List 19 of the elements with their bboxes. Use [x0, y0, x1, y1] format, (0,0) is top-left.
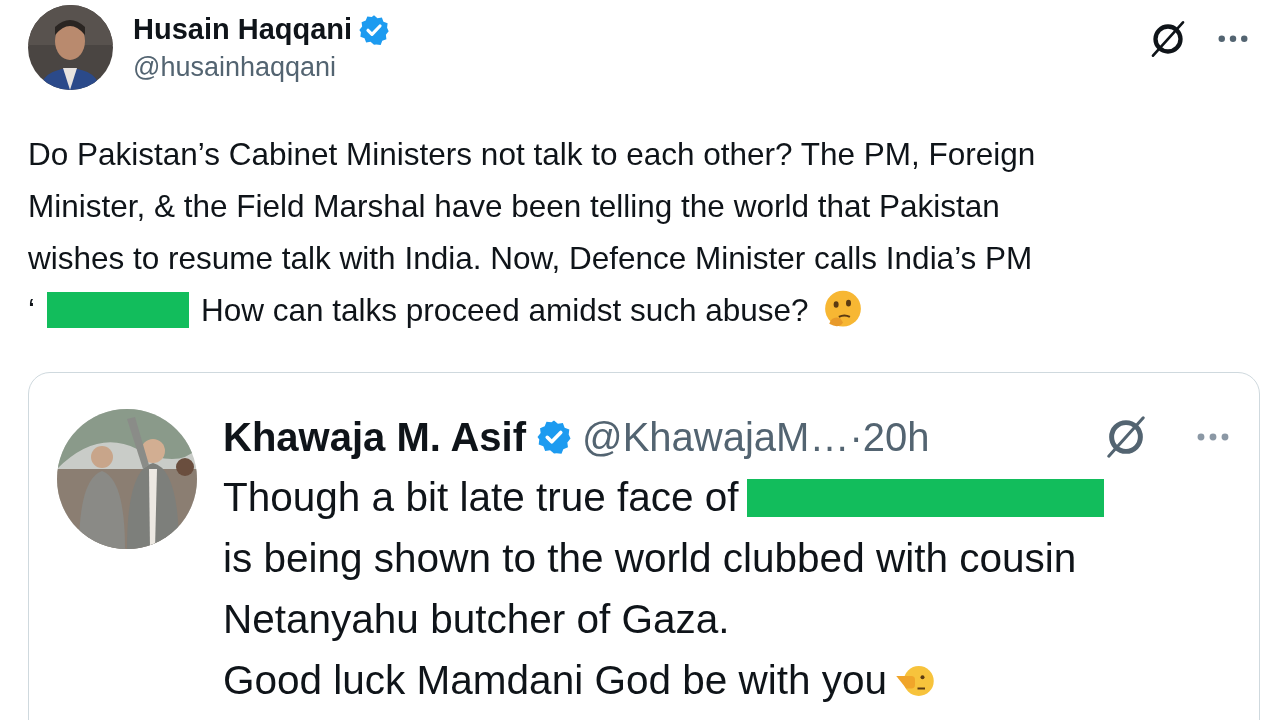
- tweet-text-line: Netanyahu butcher of Gaza.: [223, 596, 730, 643]
- verified-badge-icon: [358, 13, 391, 46]
- author-handle[interactable]: @husainhaqqani: [133, 52, 1128, 83]
- author-name[interactable]: Husain Haqqani: [133, 13, 353, 46]
- quoted-tweet-card[interactable]: Khawaja M. Asif @KhawajaM…·20h Though a bit late true face of is being shown to the world clubbed with cousin Netanyahu butcher of Gaza. Good luck Mamdani God be with you: [28, 372, 1260, 720]
- more-icon[interactable]: [1197, 433, 1229, 441]
- tweet-text-line: Though a bit late true face of: [223, 474, 739, 521]
- tweet-text-line: Good luck Mamdani God be with you: [223, 657, 888, 704]
- author-name[interactable]: Khawaja M. Asif: [223, 414, 527, 460]
- verified-badge-icon: [536, 419, 573, 455]
- post-time: ·20h: [849, 414, 930, 460]
- tweet-text-line: Do Pakistan’s Cabinet Ministers not talk to each other? The PM, Foreign: [28, 135, 1036, 173]
- more-icon[interactable]: [1218, 35, 1248, 43]
- tweet-text-line: wishes to resume talk with India. Now, Defence Minister calls India’s PM: [28, 239, 1033, 277]
- tweet-text-line: ‘: [28, 291, 35, 329]
- author-handle[interactable]: @KhawajaM…: [582, 414, 850, 460]
- tweet-text-line: How can talks proceed amidst such abuse?: [201, 291, 809, 329]
- tweet-text-line: is being shown to the world clubbed with cousin: [223, 535, 1077, 582]
- tweet-text-line: Minister, & the Field Marshal have been telling the world that Pakistan: [28, 187, 1000, 225]
